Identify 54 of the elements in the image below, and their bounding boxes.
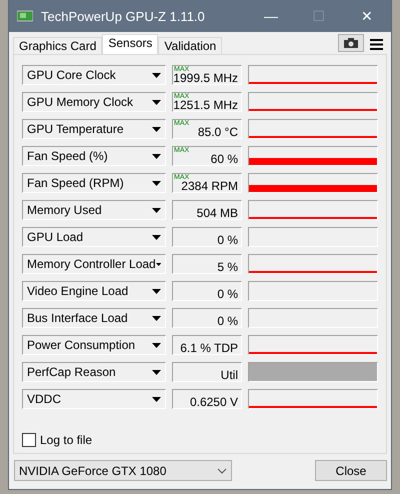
sensor-value: 0.6250 V <box>190 396 238 408</box>
sensor-value: 60 % <box>210 152 238 164</box>
sensor-dropdown[interactable]: Memory Used <box>22 200 166 220</box>
graphics-card-icon <box>17 10 33 22</box>
dropdown-arrow-icon[interactable] <box>152 234 161 240</box>
sensor-value: 504 MB <box>196 206 238 218</box>
sensor-dropdown[interactable]: GPU Temperature <box>22 119 166 139</box>
sensor-value: 1251.5 MHz <box>173 98 238 110</box>
sensor-dropdown[interactable]: VDDC <box>22 389 166 409</box>
dropdown-arrow-icon[interactable] <box>156 262 161 266</box>
sensor-value: 0 % <box>217 288 238 300</box>
device-select[interactable]: NVIDIA GeForce GTX 1080 <box>14 460 232 481</box>
sensor-value: 85.0 °C <box>198 126 238 138</box>
dropdown-arrow-icon[interactable] <box>152 72 161 78</box>
sensor-value: 0 % <box>217 314 238 326</box>
checkbox-label: Log to file <box>40 433 92 447</box>
tab[interactable]: Validation <box>158 37 222 54</box>
dropdown-arrow-icon[interactable] <box>152 154 161 158</box>
close-button[interactable]: ✕ <box>343 8 391 24</box>
dropdown-arrow-icon[interactable] <box>152 288 161 294</box>
dropdown-arrow-icon[interactable] <box>152 316 161 320</box>
sensor-dropdown[interactable]: Power Consumption <box>22 335 166 355</box>
sensor-value: 0 % <box>217 234 238 246</box>
dropdown-arrow-icon[interactable] <box>152 370 161 374</box>
sensor-dropdown[interactable]: Fan Speed (RPM) <box>22 173 166 193</box>
sensor-dropdown[interactable]: GPU Core Clock <box>22 65 166 85</box>
sensor-value: Util <box>220 368 238 380</box>
dropdown-arrow-icon[interactable] <box>152 208 161 212</box>
dropdown-arrow-icon[interactable] <box>152 342 161 348</box>
checkbox[interactable] <box>22 433 36 447</box>
chevron-down-icon <box>217 468 227 474</box>
sensor-dropdown[interactable]: Fan Speed (%) <box>22 146 166 166</box>
camera-icon <box>344 38 358 48</box>
dropdown-arrow-icon[interactable] <box>152 396 161 402</box>
minimize-button[interactable]: — <box>247 8 295 24</box>
dropdown-arrow-icon[interactable] <box>152 126 161 132</box>
dropdown-arrow-icon[interactable] <box>152 180 161 186</box>
menu-icon[interactable] <box>370 39 383 50</box>
tab[interactable]: Sensors <box>102 34 158 54</box>
sensor-value: 1999.5 MHz <box>173 72 238 84</box>
sensor-value: 6.1 % TDP <box>180 342 238 354</box>
tab[interactable]: Graphics Card <box>13 37 102 54</box>
dropdown-arrow-icon[interactable] <box>152 100 161 104</box>
sensor-dropdown[interactable]: GPU Load <box>22 227 166 247</box>
window-title: TechPowerUp GPU-Z 1.11.0 <box>41 8 206 24</box>
sensor-dropdown[interactable]: GPU Memory Clock <box>22 92 166 112</box>
close-button[interactable]: Close <box>315 460 387 481</box>
sensor-value: 2384 RPM <box>181 180 238 192</box>
sensor-dropdown[interactable]: Bus Interface Load <box>22 308 166 328</box>
sensor-value: 5 % <box>217 260 238 272</box>
sensor-dropdown[interactable]: PerfCap Reason <box>22 362 166 382</box>
sensor-dropdown[interactable]: Memory Controller Load <box>22 254 166 274</box>
sensor-dropdown[interactable]: Video Engine Load <box>22 281 166 301</box>
screenshot-button[interactable] <box>338 34 364 52</box>
